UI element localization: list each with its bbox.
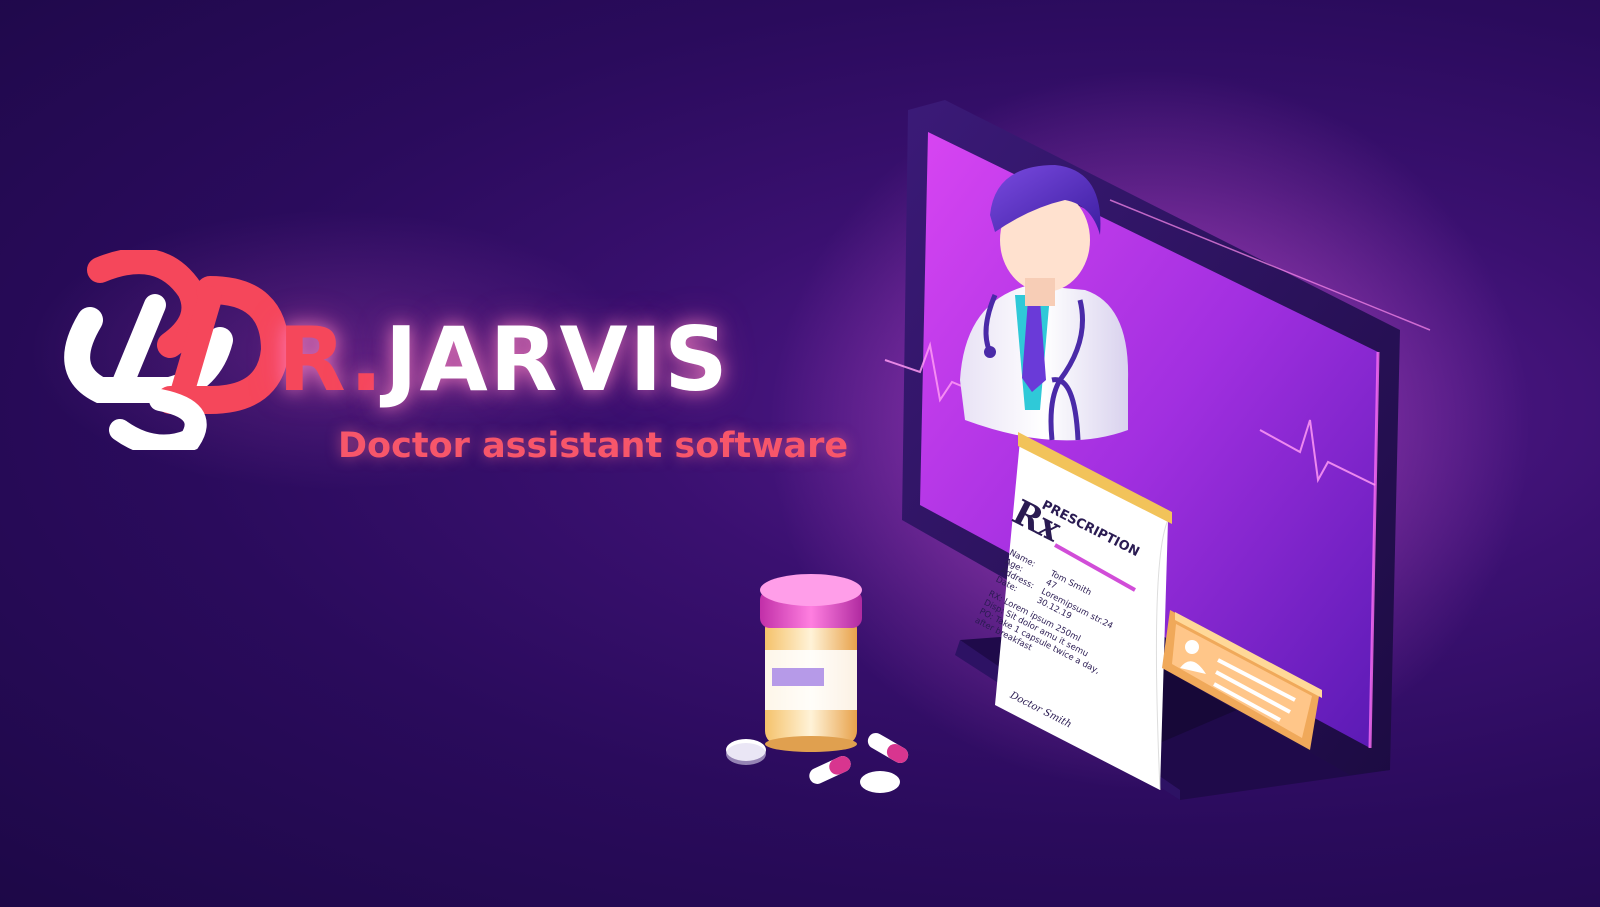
brand-name-r: R — [278, 308, 350, 411]
brand-block: R.JARVIS Doctor assistant software — [60, 250, 880, 490]
brand-name-jarvis: JARVIS — [384, 308, 730, 411]
pill-bottle-icon — [760, 574, 862, 752]
brand-tagline: Doctor assistant software — [338, 426, 849, 466]
brand-name-dot: . — [349, 308, 385, 411]
brand-name: R.JARVIS — [278, 308, 730, 411]
logo-mark — [64, 250, 290, 450]
